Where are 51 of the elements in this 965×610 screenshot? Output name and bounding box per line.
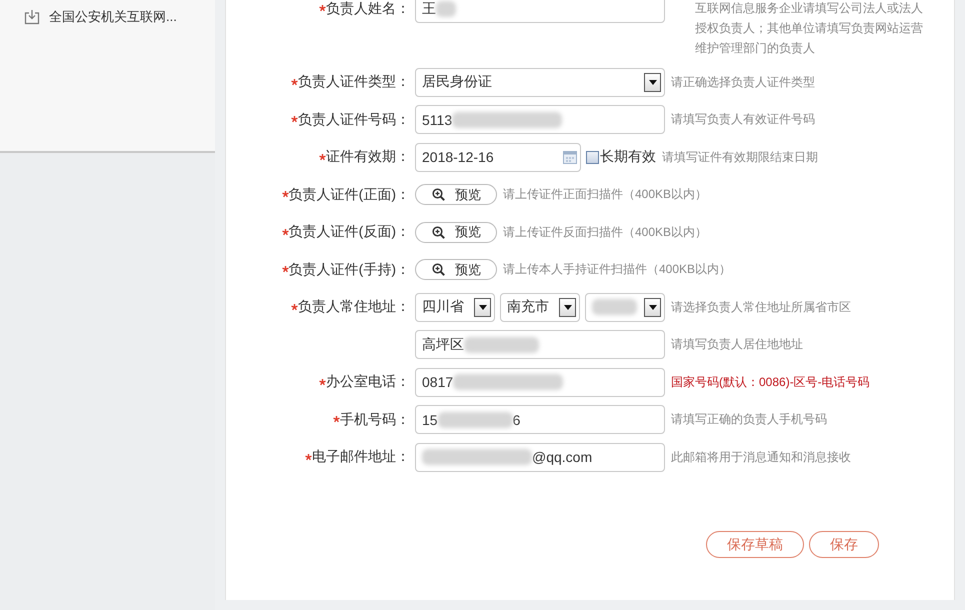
field-label: 办公室电话： bbox=[326, 373, 410, 392]
help-text: 请正确选择负责人证件类型 bbox=[671, 74, 815, 91]
field-label: 负责人证件(正面)： bbox=[288, 186, 410, 204]
zoom-in-icon bbox=[432, 226, 445, 239]
help-text: 请填写负责人居住地地址 bbox=[671, 336, 803, 354]
text-field[interactable]: @qq.com bbox=[415, 442, 665, 472]
text-field[interactable]: 王 bbox=[415, 0, 665, 23]
help-text: 请上传本人手持证件扫描件（400KB以内） bbox=[503, 261, 732, 278]
checkbox-label: 长期有效 bbox=[600, 148, 656, 166]
dropdown[interactable] bbox=[585, 292, 665, 322]
sidebar-item[interactable]: 全国公安机关互联网... bbox=[24, 8, 177, 26]
preview-button[interactable]: 预览 bbox=[415, 259, 497, 280]
caret-icon bbox=[648, 304, 656, 310]
date-field[interactable]: 2018-12-16 bbox=[415, 142, 581, 172]
help-text: 请填写正确的负责人手机号码 bbox=[671, 411, 827, 428]
dropdown[interactable]: 南充市 bbox=[500, 292, 580, 322]
text-field[interactable]: 5113 bbox=[415, 105, 665, 134]
text-field[interactable]: 15 6 bbox=[415, 405, 665, 434]
text-field[interactable]: 高坪区 bbox=[415, 330, 665, 360]
help-text: 请选择负责人常住地址所属省市区 bbox=[671, 298, 851, 316]
checkbox[interactable] bbox=[586, 150, 599, 164]
zoom-in-icon bbox=[432, 263, 445, 276]
help-text: 请填写证件有效期限结束日期 bbox=[662, 148, 818, 166]
help-text: 请上传证件正面扫描件（400KB以内） bbox=[503, 186, 708, 204]
field-label: 电子邮件地址： bbox=[312, 448, 410, 466]
dropdown[interactable]: 居民身份证 bbox=[415, 68, 665, 97]
dropdown[interactable]: 四川省 bbox=[415, 292, 495, 322]
calendar-icon bbox=[563, 150, 577, 164]
redaction-blur bbox=[592, 299, 637, 316]
help-text: 此邮箱将用于消息通知和消息接收 bbox=[671, 448, 851, 466]
zoom-in-icon bbox=[432, 188, 445, 202]
text-field[interactable]: 0817 bbox=[415, 368, 665, 397]
field-label: 负责人证件(手持)： bbox=[288, 260, 410, 279]
field-label: 负责人证件类型： bbox=[298, 73, 410, 92]
field-label: 负责人常住地址： bbox=[298, 298, 410, 316]
field-label: 手机号码： bbox=[340, 410, 410, 429]
caret-icon bbox=[478, 304, 486, 310]
preview-button[interactable]: 预览 bbox=[415, 184, 497, 206]
preview-button[interactable]: 预览 bbox=[415, 222, 497, 243]
help-text: 请上传证件反面扫描件（400KB以内） bbox=[503, 224, 708, 241]
download-icon bbox=[24, 9, 40, 25]
field-label: 证件有效期： bbox=[326, 148, 410, 166]
format-hint: 国家号码(默认：0086)-区号-电话号码 bbox=[671, 374, 870, 391]
redaction-blur bbox=[436, 0, 456, 16]
field-label: 负责人证件号码： bbox=[298, 110, 410, 129]
caret-icon bbox=[648, 80, 656, 85]
caret-icon bbox=[564, 304, 572, 310]
help-text: 互联网信息服务企业请填写公司法人或法人授权负责人；其他单位请填写负责网站运营维护管理部门的负责人 bbox=[695, 0, 924, 57]
field-label: 负责人证件(反面)： bbox=[288, 223, 410, 242]
help-text: 请填写负责人有效证件号码 bbox=[671, 111, 815, 128]
field-label: 负责人姓名： bbox=[326, 0, 410, 18]
